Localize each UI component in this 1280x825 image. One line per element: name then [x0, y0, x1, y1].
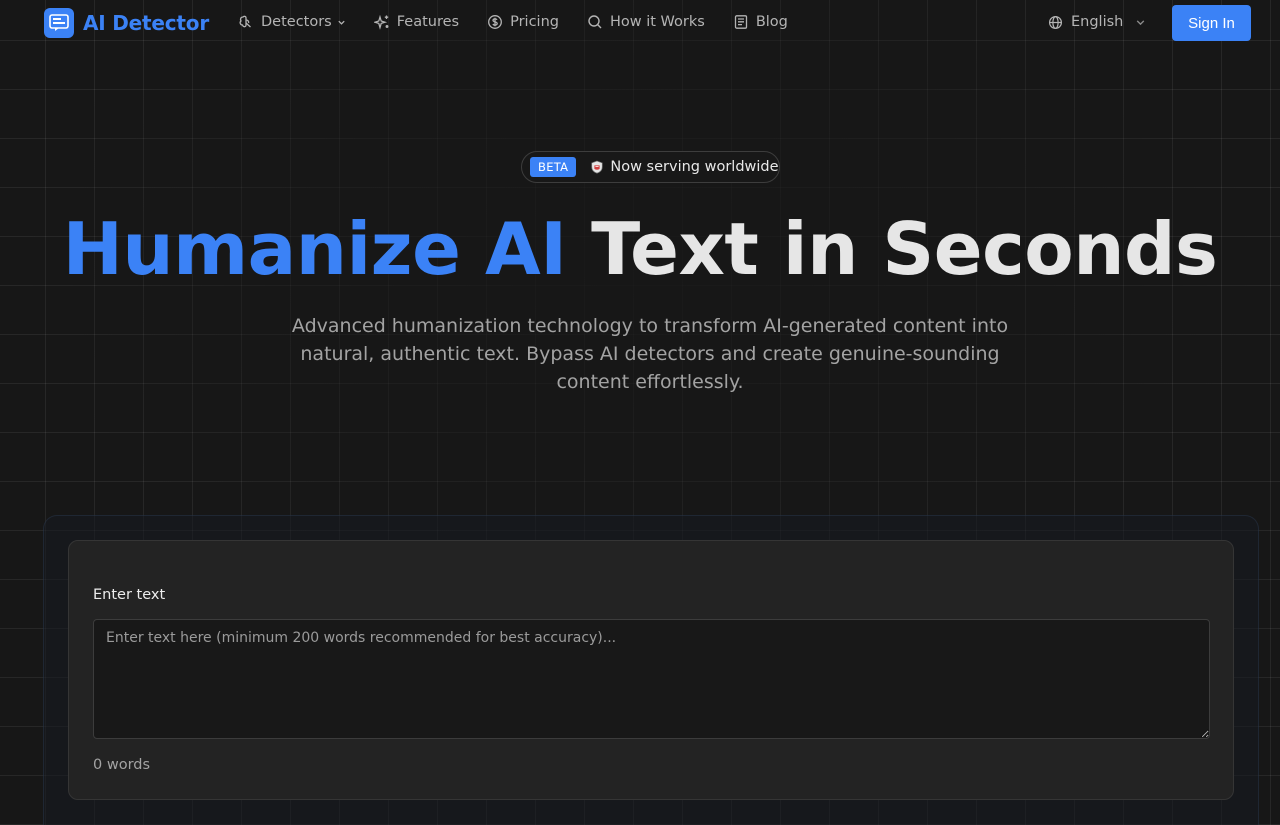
nav-link-label: Features: [396, 14, 460, 30]
hero-subtitle: Advanced humanization technology to tran…: [291, 315, 1009, 393]
nav-link-how-it-works[interactable]: How it Works: [587, 14, 705, 30]
word-count: 0 words: [93, 757, 151, 773]
beta-tag: BETA: [530, 157, 577, 177]
language-selector[interactable]: English: [1048, 0, 1146, 44]
search-icon: [588, 15, 602, 29]
chevron-down-icon: [1137, 19, 1145, 25]
language-label: English: [1071, 14, 1124, 30]
hero-title: Humanize AI Text in Seconds: [0, 204, 1280, 294]
nav-link-detectors[interactable]: Detectors: [238, 14, 346, 30]
hero-title-rest: Text in Seconds: [591, 207, 1218, 291]
text-input[interactable]: [93, 619, 1210, 739]
enter-text-label: Enter text: [93, 587, 166, 603]
brand-logo[interactable]: AI Detector: [44, 8, 209, 38]
hero-title-accent: Humanize AI: [62, 207, 567, 291]
nav-link-label: Blog: [755, 14, 788, 30]
nav-link-features[interactable]: Features: [373, 14, 460, 30]
dollar-circle-icon: [488, 15, 503, 29]
logo-icon: [44, 8, 74, 38]
nav-link-label: How it Works: [609, 14, 705, 30]
globe-icon: [1048, 15, 1063, 29]
top-nav: AI Detector Detectors Features Pricing H…: [0, 0, 1280, 44]
nav-links: Detectors Features Pricing How it Works …: [238, 0, 816, 44]
nav-link-blog[interactable]: Blog: [733, 14, 788, 30]
nav-link-label: Pricing: [510, 14, 559, 30]
badge-text: Now serving worldwide: [610, 159, 779, 175]
nav-link-pricing[interactable]: Pricing: [487, 14, 559, 30]
sign-in-button[interactable]: Sign In: [1172, 5, 1251, 41]
beta-badge: BETA Now serving worldwide: [521, 151, 780, 183]
document-icon: [734, 15, 747, 29]
brand-name: AI Detector: [83, 11, 209, 35]
brain-icon: [239, 15, 251, 28]
shield-icon: [590, 160, 604, 174]
page: AI Detector Detectors Features Pricing H…: [0, 0, 1280, 825]
editor-card: Enter text 0 words: [68, 540, 1234, 800]
chevron-down-icon: [338, 20, 345, 25]
sparkles-icon: [373, 14, 389, 30]
nav-link-label: Detectors: [261, 14, 332, 30]
